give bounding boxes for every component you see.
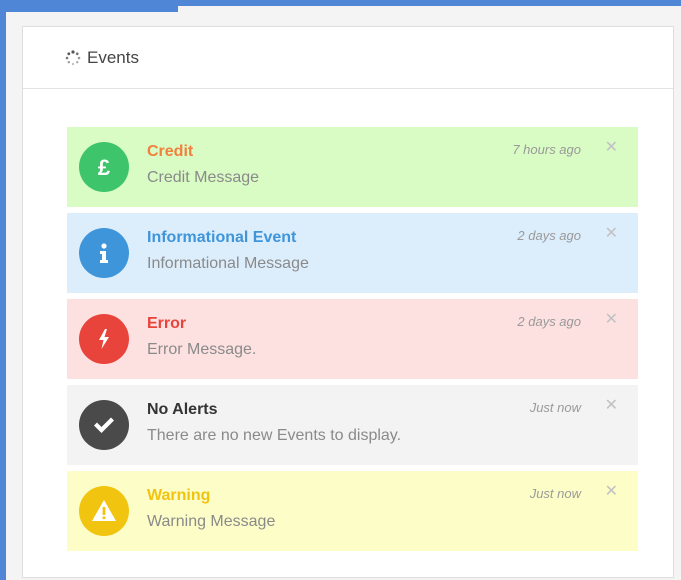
event-title: Error: [147, 315, 187, 332]
event-item-no-alerts[interactable]: No Alerts There are no new Events to dis…: [67, 385, 638, 465]
spinner-icon: [65, 49, 81, 66]
dashboard-tab: [6, 0, 178, 12]
panel-title: Events: [87, 47, 139, 67]
dashboard-frame: Events £ Credit Credit Message 7 hours a…: [0, 0, 681, 580]
close-icon[interactable]: ✕: [605, 312, 618, 328]
info-icon: [79, 228, 129, 278]
event-item-info[interactable]: Informational Event Informational Messag…: [67, 213, 638, 293]
close-icon[interactable]: ✕: [605, 226, 618, 242]
event-title: Credit: [147, 143, 194, 160]
event-message: Error Message.: [147, 341, 257, 358]
event-time: 2 days ago: [517, 314, 581, 329]
events-panel: Events £ Credit Credit Message 7 hours a…: [22, 26, 674, 578]
event-title: No Alerts: [147, 401, 218, 418]
event-time: 7 hours ago: [512, 142, 581, 157]
warning-triangle-icon: [79, 486, 129, 536]
close-icon[interactable]: ✕: [605, 484, 618, 500]
checkmark-icon: [79, 400, 129, 450]
panel-header: Events: [23, 27, 673, 89]
event-message: Credit Message: [147, 169, 260, 186]
event-time: Just now: [529, 486, 581, 501]
event-item-warning[interactable]: Warning Warning Message Just now ✕: [67, 471, 638, 551]
event-list: £ Credit Credit Message 7 hours ago ✕ In…: [67, 127, 638, 557]
pound-icon: £: [79, 142, 129, 192]
event-time: Just now: [529, 400, 581, 415]
event-title: Warning: [147, 487, 211, 504]
event-item-credit[interactable]: £ Credit Credit Message 7 hours ago ✕: [67, 127, 638, 207]
event-title: Informational Event: [147, 229, 297, 246]
lightning-bolt-icon: [79, 314, 129, 364]
svg-text:£: £: [98, 155, 111, 179]
event-message: Informational Message: [147, 255, 309, 272]
close-icon[interactable]: ✕: [605, 140, 618, 156]
event-item-error[interactable]: Error Error Message. 2 days ago ✕: [67, 299, 638, 379]
event-message: There are no new Events to display.: [147, 427, 402, 444]
close-icon[interactable]: ✕: [605, 398, 618, 414]
event-message: Warning Message: [147, 513, 276, 530]
event-time: 2 days ago: [517, 228, 581, 243]
